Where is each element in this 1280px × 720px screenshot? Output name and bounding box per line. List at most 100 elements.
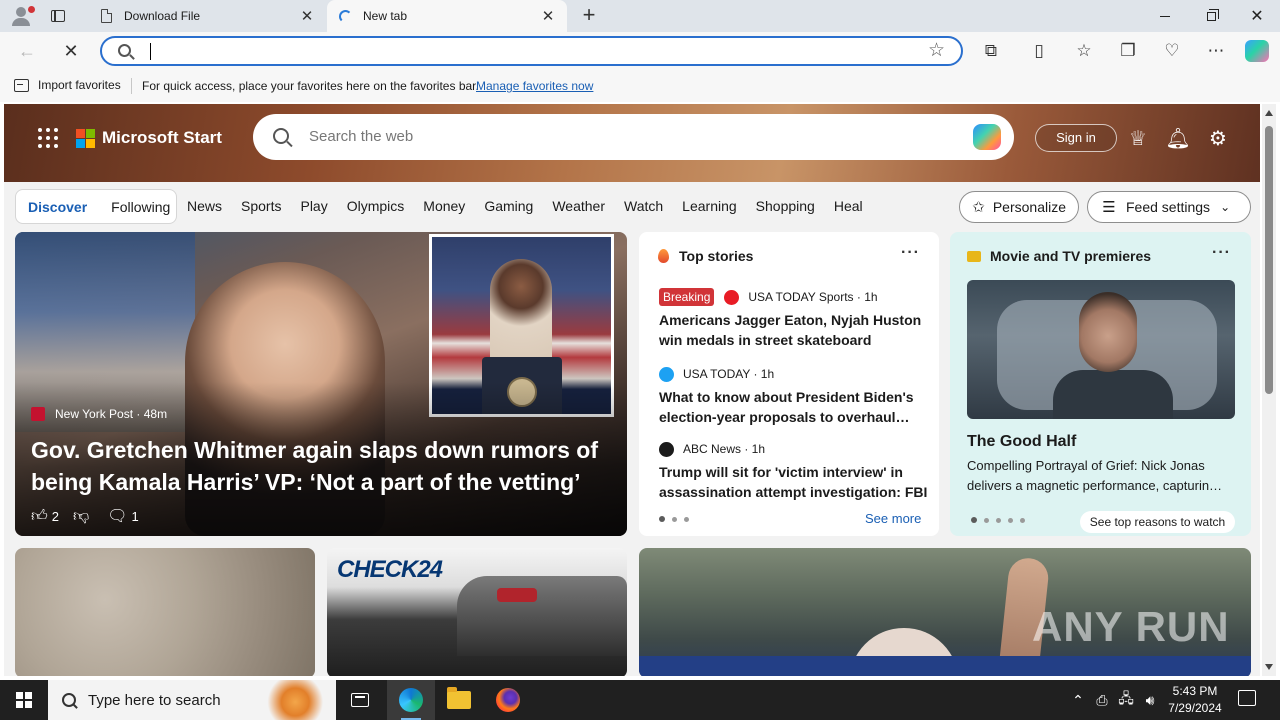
copilot-icon[interactable] [1245,40,1269,62]
like-count: 2 [51,508,59,524]
settings-gear-icon[interactable]: ⚙ [1206,126,1230,150]
category-nav: News Sports Play Olympics Money Gaming W… [187,198,883,214]
movie-title[interactable]: The Good Half [967,433,1076,451]
top-story-item[interactable]: Breaking USA TODAY Sports · 1h Americans… [659,287,929,350]
nav-shopping[interactable]: Shopping [756,198,815,214]
movie-image[interactable] [967,280,1235,419]
top-stories-title: Top stories [679,248,754,264]
notifications-bell-icon[interactable]: 🔔︎ [1165,126,1190,150]
nav-gaming[interactable]: Gaming [484,198,533,214]
tab-discover[interactable]: Discover [16,199,99,215]
tab-label: Download File [124,9,201,23]
tab-label: New tab [363,9,408,23]
nav-watch[interactable]: Watch [624,198,663,214]
import-favorites-button[interactable]: Import favorites [14,78,121,92]
search-icon [62,693,76,707]
see-top-reasons-button[interactable]: See top reasons to watch [1080,511,1235,533]
favorite-star-icon[interactable]: ☆ [928,39,945,62]
see-more-link[interactable]: See more [865,511,921,526]
browser-essentials-icon[interactable]: ♡ [1161,40,1183,62]
taskbar-file-explorer[interactable] [435,680,483,720]
tab-following[interactable]: Following [99,199,182,215]
page-scrollbar[interactable] [1262,104,1276,676]
app-launcher-icon[interactable] [38,128,58,148]
dislike-button[interactable]: 👎︎ [73,507,93,526]
web-search-box[interactable]: Search the web [253,114,1014,160]
nav-olympics[interactable]: Olympics [347,198,405,214]
ad-card-check24[interactable]: CHECK24 [327,548,627,676]
stop-loading-button[interactable]: ✕ [58,38,84,64]
search-placeholder: Search the web [309,128,414,145]
close-window-button[interactable]: ✕ [1234,0,1280,32]
start-button[interactable] [0,680,48,720]
more-options-icon[interactable]: ··· [1212,244,1231,262]
microsoft-logo-icon [76,128,95,148]
minimize-button[interactable] [1142,0,1188,32]
nav-news[interactable]: News [187,198,222,214]
rewards-icon[interactable]: ♕ [1126,126,1150,150]
sign-in-button[interactable]: Sign in [1035,124,1117,152]
nav-play[interactable]: Play [300,198,327,214]
manage-favorites-link[interactable]: Manage favorites now [476,79,593,93]
nav-learning[interactable]: Learning [682,198,737,214]
copilot-icon[interactable] [973,124,1001,150]
more-options-icon[interactable]: ··· [901,244,920,262]
main-story-card[interactable]: New York Post · 48m Gov. Gretchen Whitme… [15,232,627,536]
taskbar-search-box[interactable]: Type here to search [48,680,336,720]
story-title: Trump will sit for 'victim interview' in… [659,464,928,500]
story-meta: USA TODAY · 1h [659,364,929,384]
scroll-up-arrow-icon[interactable] [1265,110,1273,116]
tab-new-tab[interactable]: New tab ✕ [327,0,567,32]
story-card-image[interactable] [15,548,315,676]
back-button[interactable]: ← [14,38,40,64]
close-tab-icon[interactable]: ✕ [298,7,316,25]
story-title: Americans Jagger Eaton, Nyjah Huston win… [659,312,922,348]
comments-button[interactable]: 🗨︎ 1 [107,506,139,526]
extensions-icon[interactable]: ⧉ [980,40,1002,62]
taskbar-edge[interactable] [387,680,435,720]
device-icon[interactable]: ⎙ [1092,680,1112,720]
comment-icon: 🗨︎ [107,508,128,525]
nav-weather[interactable]: Weather [552,198,605,214]
notification-center-icon[interactable] [1238,690,1256,706]
ticket-icon [966,248,982,264]
volume-icon[interactable]: 🔊︎ [1140,680,1160,720]
story-source-name: New York Post [55,407,134,421]
tab-actions-icon[interactable] [50,8,66,24]
split-screen-icon[interactable]: ▯ [1028,40,1050,62]
address-input[interactable] [148,42,908,62]
close-tab-icon[interactable]: ✕ [539,7,557,25]
favorites-icon[interactable]: ☆ [1073,40,1095,62]
like-button[interactable]: 👍︎ 2 [31,507,59,526]
task-view-button[interactable] [336,680,384,720]
new-tab-button[interactable]: + [578,4,600,27]
sliders-icon: ☰ [1102,199,1116,216]
taskbar-firefox[interactable] [484,680,532,720]
carousel-pager[interactable] [659,516,696,522]
show-hidden-icons-chevron-icon[interactable]: ⌃ [1068,680,1088,720]
settings-more-icon[interactable]: ⋯ [1205,40,1227,62]
nav-money[interactable]: Money [423,198,465,214]
nav-health[interactable]: Heal [834,198,864,214]
collections-icon[interactable]: ❐ [1117,40,1139,62]
profile-alert-dot [28,6,35,13]
microsoft-start-logo[interactable]: Microsoft Start [76,128,222,148]
network-icon[interactable]: 🖧︎ [1116,680,1136,720]
system-clock[interactable]: 5:43 PM 7/29/2024 [1160,683,1230,717]
document-icon [98,8,114,24]
personalize-button[interactable]: ✩ Personalize [959,191,1079,223]
profile-icon[interactable] [8,4,35,28]
address-bar[interactable]: ☆ [100,36,963,66]
scroll-down-arrow-icon[interactable] [1265,664,1273,670]
tab-download-file[interactable]: Download File ✕ [88,0,326,32]
nav-sports[interactable]: Sports [241,198,281,214]
scrollbar-thumb[interactable] [1265,126,1273,394]
top-story-item[interactable]: ABC News · 1h Trump will sit for 'victim… [659,439,929,502]
carousel-pager[interactable] [971,517,1032,523]
import-favorites-label: Import favorites [38,78,121,92]
restore-button[interactable] [1188,0,1234,32]
top-story-item[interactable]: USA TODAY · 1h What to know about Presid… [659,364,929,427]
windows-taskbar: Type here to search ⌃ ⎙ 🖧︎ 🔊︎ 5:43 PM 7/… [0,680,1280,720]
feed-settings-button[interactable]: ☰ Feed settings ⌄ [1087,191,1251,223]
story-headline[interactable]: Gov. Gretchen Whitmer again slaps down r… [31,434,621,498]
